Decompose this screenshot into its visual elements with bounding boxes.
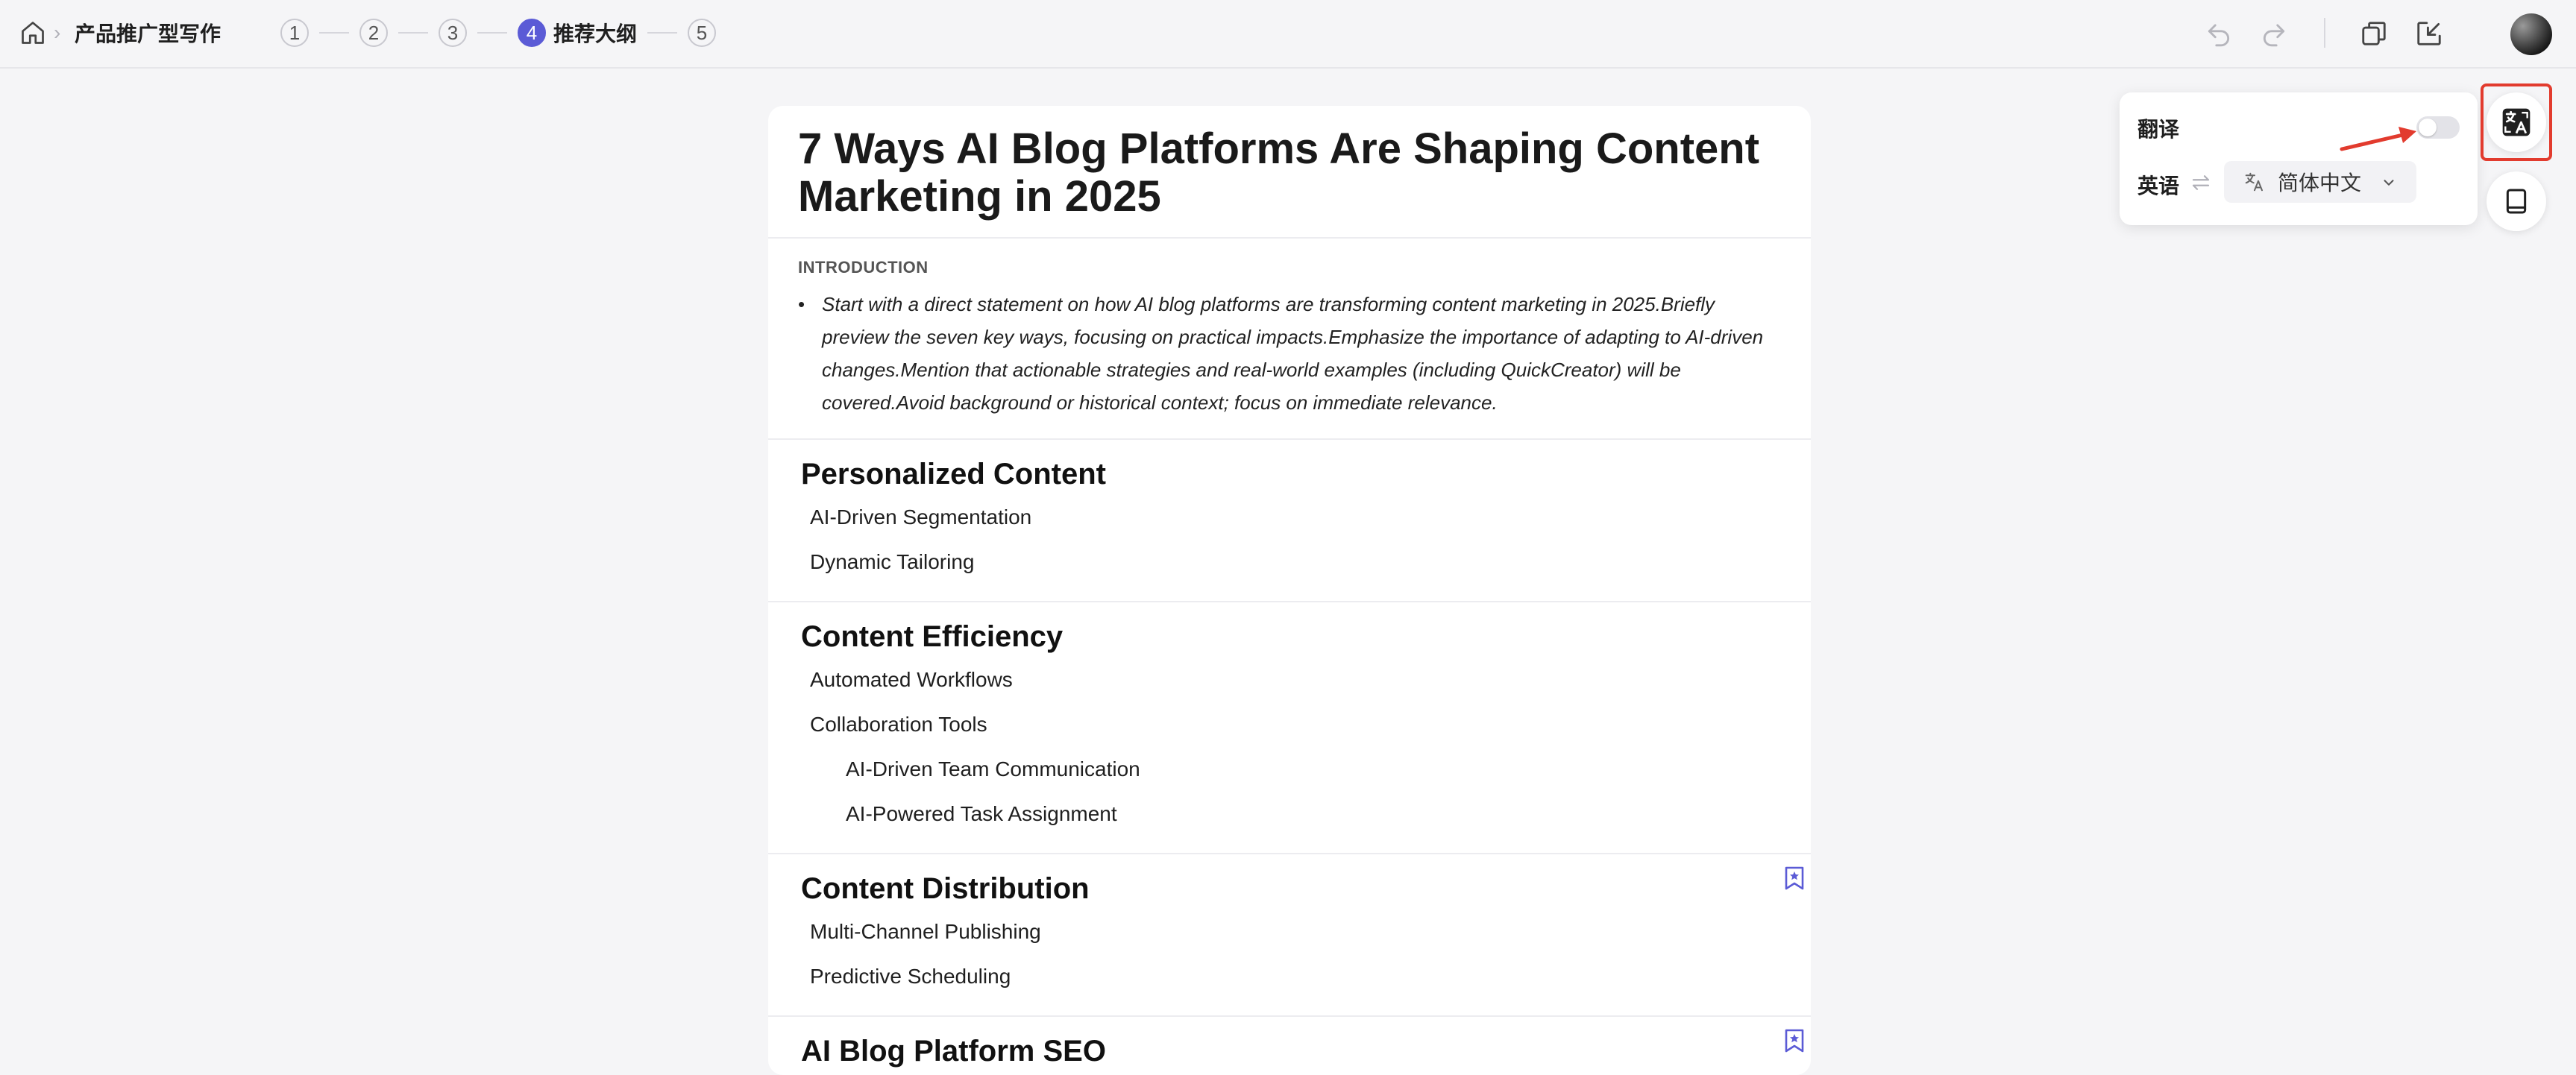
breadcrumb-separator: › [54,21,61,44]
redo-icon[interactable] [2260,19,2288,48]
section-heading[interactable]: Content Distribution [801,868,1781,910]
subsection-item[interactable]: Dynamic Tailoring [801,540,1781,584]
home-icon[interactable] [19,19,46,46]
source-language: 英语 [2137,174,2180,198]
subsection-item[interactable]: Automated Workflows [801,658,1781,702]
outline-section: Content Efficiency Automated Workflows C… [768,602,1811,854]
swap-icon[interactable] [2190,171,2212,194]
section-heading[interactable]: AI Blog Platform SEO [801,1030,1781,1072]
outline-section: Content Distribution Multi-Channel Publi… [768,854,1811,1017]
book-icon [2506,189,2527,214]
annotation-arrow-icon [2340,127,2416,151]
bullet-icon: • [798,293,805,315]
subsection-item[interactable]: Collaboration Tools [801,702,1781,747]
step-number: 4 [518,19,546,47]
subsection-item[interactable]: Multi-Channel Publishing [801,910,1781,954]
toggle-knob [2419,119,2437,136]
export-icon[interactable] [2415,19,2443,48]
translate-language-icon [2245,172,2263,192]
introduction-section: INTRODUCTION • Start with a direct state… [768,239,1811,440]
target-language-value: 简体中文 [2278,171,2362,195]
step-4-active[interactable]: 4 推荐大纲 [518,18,637,48]
introduction-text[interactable]: Start with a direct statement on how AI … [822,288,1781,419]
outline-section: AI Blog Platform SEO [768,1017,1811,1075]
outline-document: 7 Ways AI Blog Platforms Are Shaping Con… [768,106,1811,1075]
section-heading[interactable]: Personalized Content [801,453,1781,495]
step-1[interactable]: 1 [280,19,309,47]
nested-subsection-item[interactable]: AI-Driven Team Communication [801,747,1781,792]
toolbar-divider [2324,18,2325,48]
breadcrumb-title[interactable]: 产品推广型写作 [75,18,221,48]
introduction-bullet: • Start with a direct statement on how A… [798,288,1781,419]
nested-subsection-item[interactable]: AI-Powered Task Assignment [801,792,1781,836]
translate-popover: 翻译 英语 简体中文 [2120,92,2478,225]
step-connector [647,32,678,34]
step-connector [398,32,428,34]
step-connector [477,32,507,34]
subsection-item[interactable]: AI-Driven Segmentation [801,495,1781,540]
step-number: 2 [359,19,388,47]
step-number: 3 [439,19,467,47]
chevron-down-icon [2384,180,2394,186]
step-3[interactable]: 3 [439,19,467,47]
highlight-annotation [2481,83,2552,161]
top-bar: › 产品推广型写作 1 2 3 4 推荐大纲 5 [0,0,2576,69]
bookmark-star-icon[interactable] [1784,1029,1805,1053]
subsection-item[interactable]: Predictive Scheduling [801,954,1781,999]
step-number: 1 [280,19,309,47]
document-title[interactable]: 7 Ways AI Blog Platforms Are Shaping Con… [768,106,1811,239]
undo-icon[interactable] [2205,19,2233,48]
avatar[interactable] [2510,13,2552,55]
outline-section: Personalized Content AI-Driven Segmentat… [768,440,1811,602]
translate-toggle[interactable] [2416,116,2460,139]
step-label: 推荐大纲 [553,22,638,45]
step-5[interactable]: 5 [688,19,717,47]
step-progress: 1 2 3 4 推荐大纲 5 [280,18,717,48]
section-heading[interactable]: Content Efficiency [801,616,1781,658]
translate-label: 翻译 [2137,118,2180,141]
introduction-label: INTRODUCTION [798,258,929,277]
step-connector [319,32,349,34]
step-2[interactable]: 2 [359,19,388,47]
target-language-select[interactable]: 简体中文 [2224,161,2416,203]
step-number: 5 [688,19,717,47]
copy-icon[interactable] [2360,19,2388,48]
outline-book-button[interactable] [2487,171,2546,231]
bookmark-star-icon[interactable] [1784,866,1805,890]
